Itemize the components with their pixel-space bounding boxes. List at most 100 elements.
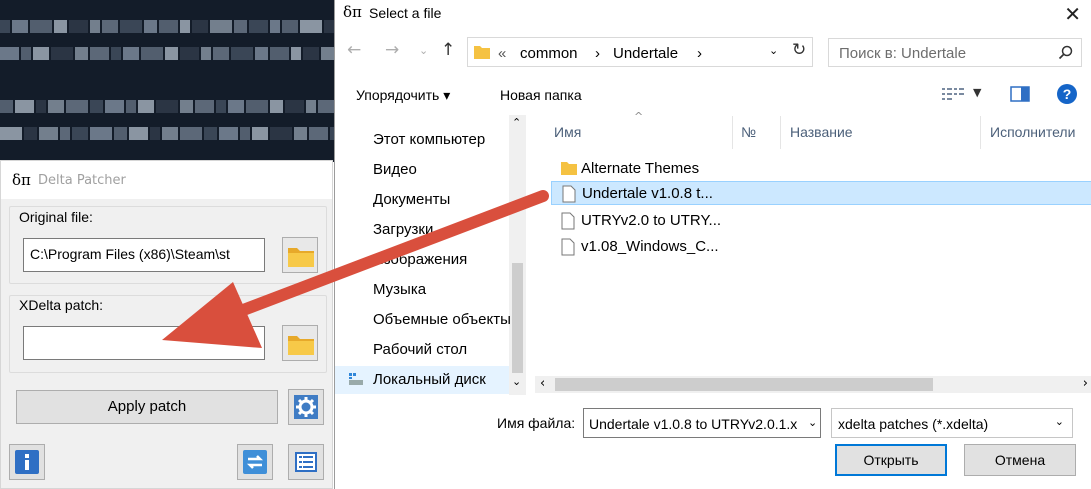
column-divider[interactable] (980, 116, 981, 149)
list-item-file-selected[interactable]: Undertale v1.0.8 t... (551, 181, 1091, 205)
blurred-pixel (75, 47, 88, 60)
blurred-pixel (156, 100, 178, 113)
nav-local-disk[interactable]: Локальный диск (335, 366, 509, 394)
scroll-down-icon[interactable]: ⌄ (512, 375, 521, 388)
blurred-pixel (270, 100, 283, 113)
original-browse-button[interactable] (282, 237, 318, 273)
help-icon[interactable]: ? (1056, 83, 1078, 105)
blurred-pixel (216, 100, 226, 113)
info-button[interactable] (9, 444, 45, 480)
horizontal-scroll-thumb[interactable] (555, 378, 933, 391)
organize-menu[interactable]: Упорядочить ▾ (356, 87, 450, 104)
blurred-pixel (150, 127, 160, 140)
recent-dropdown-icon[interactable]: ⌄ (419, 44, 428, 57)
filename-dropdown-icon[interactable]: ⌄ (808, 416, 818, 429)
folder-icon (474, 46, 490, 59)
breadcrumb-common[interactable]: common (520, 45, 578, 62)
column-name[interactable]: Имя (554, 124, 581, 140)
nav-downloads[interactable]: Загрузки (373, 216, 511, 244)
horizontal-scrollbar[interactable]: ‹ › (535, 376, 1091, 393)
scroll-right-icon[interactable]: › (1083, 376, 1088, 391)
swap-button[interactable] (237, 444, 273, 480)
nav-scrollbar[interactable]: ⌃ ⌄ (509, 115, 526, 395)
blurred-pixel (291, 47, 301, 60)
address-bar[interactable]: « common › Undertale › (467, 37, 813, 67)
back-arrow-icon[interactable]: ← (347, 40, 361, 60)
scroll-up-icon[interactable]: ⌃ (512, 116, 521, 129)
blurred-pixel (180, 47, 199, 60)
address-dropdown-icon[interactable]: ⌄ (769, 44, 778, 57)
nav-pictures[interactable]: Изображения (373, 246, 511, 274)
search-icon (1058, 45, 1073, 60)
open-button[interactable]: Открыть (835, 444, 947, 476)
blurred-pixel (72, 127, 88, 140)
cancel-button[interactable]: Отмена (964, 444, 1076, 476)
blurred-pixel (303, 47, 319, 60)
blurred-pixel (21, 47, 31, 60)
xdelta-patch-input[interactable] (23, 326, 265, 360)
blurred-pixel (39, 127, 58, 140)
blurred-pixel (180, 127, 202, 140)
filename-input[interactable]: Undertale v1.0.8 to UTRYv2.0.1.x (583, 408, 821, 438)
log-button[interactable] (288, 444, 324, 480)
blurred-pixel (162, 127, 178, 140)
file-name: Alternate Themes (581, 160, 700, 177)
blurred-pixel (30, 20, 52, 33)
breadcrumb-undertale[interactable]: Undertale (613, 45, 678, 62)
list-item-file[interactable]: UTRYv2.0 to UTRY... (551, 209, 1091, 233)
apply-patch-button[interactable]: Apply patch (16, 390, 278, 424)
delta-patcher-window: δπ Delta Patcher Original file: C:\Progr… (0, 160, 333, 489)
blurred-pixel (51, 47, 73, 60)
xdelta-browse-button[interactable] (282, 325, 318, 361)
column-divider[interactable] (780, 116, 781, 149)
gear-icon (294, 395, 318, 419)
patcher-logo: δπ (12, 171, 31, 189)
original-file-input[interactable]: C:\Program Files (x86)\Steam\st (23, 238, 265, 272)
search-input[interactable]: Поиск в: Undertale (828, 38, 1082, 67)
nav-video[interactable]: Видео (373, 156, 511, 184)
nav-music[interactable]: Музыка (373, 276, 511, 304)
blurred-pixel (159, 20, 178, 33)
list-item-file[interactable]: v1.08_Windows_C... (551, 235, 1091, 259)
refresh-icon[interactable]: ↻ (792, 40, 806, 60)
blurred-pixel (129, 127, 148, 140)
nav-desktop[interactable]: Рабочий стол (373, 336, 511, 364)
search-placeholder: Поиск в: Undertale (839, 45, 967, 62)
column-artists[interactable]: Исполнители (990, 124, 1075, 140)
blurred-pixel (15, 100, 34, 113)
nav-this-pc[interactable]: Этот компьютер (373, 126, 511, 154)
list-icon (295, 452, 317, 472)
blurred-pixel (90, 47, 109, 60)
view-options-icon[interactable] (942, 87, 964, 101)
breadcrumb-separator: › (595, 45, 600, 62)
new-folder-button[interactable]: Новая папка (500, 87, 582, 103)
list-item-folder[interactable]: Alternate Themes (551, 157, 1091, 181)
nav-3d-objects[interactable]: Объемные объекты (373, 306, 511, 334)
nav-documents[interactable]: Документы (373, 186, 511, 214)
scroll-left-icon[interactable]: ‹ (540, 376, 545, 391)
blurred-pixel (12, 20, 28, 33)
up-arrow-icon[interactable]: ↑ (441, 40, 455, 60)
preview-pane-icon[interactable] (1010, 86, 1030, 102)
chevron-down-icon: ⌄ (1054, 416, 1064, 428)
filename-label: Имя файла: (497, 415, 576, 431)
blurred-pixel (0, 127, 22, 140)
nav-scroll-thumb[interactable] (512, 263, 523, 373)
blurred-pixel (69, 20, 88, 33)
file-type-value: xdelta patches (*.xdelta) (838, 416, 989, 432)
blurred-pixel (249, 20, 268, 33)
close-icon[interactable]: ✕ (1064, 2, 1081, 26)
forward-arrow-icon[interactable]: → (385, 40, 399, 60)
view-dropdown-icon[interactable]: ▼ (973, 86, 981, 99)
blurred-pixel (180, 100, 193, 113)
sort-ascending-icon: ^ (634, 110, 644, 123)
breadcrumb-overflow[interactable]: « (498, 45, 506, 62)
blurred-pixel (138, 100, 154, 113)
column-divider[interactable] (732, 116, 733, 149)
column-number[interactable]: № (741, 124, 756, 140)
blurred-pixel (228, 100, 244, 113)
settings-button[interactable] (288, 389, 324, 425)
column-title[interactable]: Название (790, 124, 853, 140)
file-type-select[interactable]: xdelta patches (*.xdelta) ⌄ (831, 408, 1073, 438)
nav-label: Локальный диск (373, 371, 486, 388)
